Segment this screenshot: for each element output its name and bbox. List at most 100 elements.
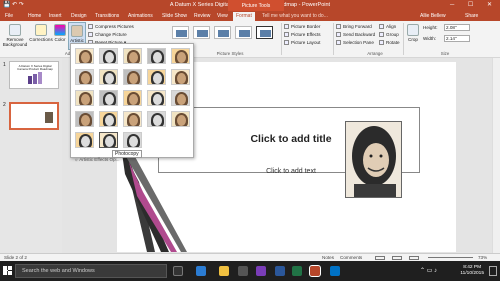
artistic-effect-thumbnail[interactable]	[123, 90, 142, 106]
picture-effects-button[interactable]: Picture Effects	[284, 32, 321, 37]
task-view-icon[interactable]	[173, 266, 183, 276]
bring-forward-button[interactable]: Bring Forward	[336, 24, 372, 29]
portrait-image	[346, 122, 401, 197]
selection-pane-button[interactable]: Selection Pane	[336, 40, 374, 45]
width-input[interactable]: 2.14"	[444, 35, 470, 42]
slide-thumbnail-pane: 1 A Datum X Series Digital Camera Produc…	[0, 58, 62, 253]
compress-icon	[88, 24, 93, 29]
selected-photo[interactable]	[345, 121, 402, 198]
tell-me-box[interactable]: Tell me what you want to do...	[262, 13, 328, 19]
artistic-effect-thumbnail[interactable]	[123, 48, 142, 64]
thumbnail-face	[129, 52, 138, 63]
vertical-scrollbar[interactable]	[492, 58, 500, 253]
artistic-effect-thumbnail[interactable]	[99, 111, 118, 127]
artistic-effect-thumbnail[interactable]	[147, 90, 166, 106]
artistic-effect-thumbnail[interactable]	[171, 48, 190, 64]
group-icon	[379, 32, 384, 37]
artistic-effect-thumbnail[interactable]	[147, 111, 166, 127]
clock[interactable]: 8:42 PM 11/10/2015	[460, 265, 484, 277]
artistic-effect-thumbnail[interactable]	[123, 132, 142, 148]
change-picture-button[interactable]: Change Picture	[88, 32, 127, 37]
artistic-effect-thumbnail[interactable]	[99, 69, 118, 85]
tab-transitions[interactable]: Transitions	[95, 13, 119, 19]
artistic-effect-thumbnail[interactable]	[147, 48, 166, 64]
zoom-level[interactable]: 73%	[478, 255, 487, 260]
artistic-effect-thumbnail[interactable]	[171, 111, 190, 127]
artistic-effect-thumbnail[interactable]	[75, 111, 94, 127]
artistic-effect-thumbnail[interactable]	[171, 90, 190, 106]
onenote-icon[interactable]	[256, 266, 266, 276]
artistic-effect-thumbnail[interactable]	[99, 90, 118, 106]
outlook-icon[interactable]	[330, 266, 340, 276]
artistic-effect-thumbnail[interactable]	[75, 90, 94, 106]
artistic-effect-thumbnail[interactable]	[99, 132, 118, 148]
notes-button[interactable]: Notes	[322, 255, 334, 260]
slide-thumbnail-1[interactable]: A Datum X Series Digital Camera Product …	[9, 61, 59, 89]
slide-sorter-icon[interactable]	[392, 256, 402, 260]
comments-button[interactable]: Comments	[340, 255, 362, 260]
artistic-effect-thumbnail[interactable]	[123, 69, 142, 85]
rotate-button[interactable]: Rotate	[379, 40, 400, 45]
picture-style-4[interactable]	[235, 26, 252, 39]
artistic-effect-thumbnail[interactable]	[75, 48, 94, 64]
tab-review[interactable]: Review	[194, 13, 210, 19]
artistic-effect-thumbnail[interactable]	[99, 48, 118, 64]
excel-icon[interactable]	[292, 266, 302, 276]
slide-thumbnail-2[interactable]	[9, 102, 59, 130]
crop-button[interactable]: Crop	[406, 24, 420, 42]
user-name[interactable]: Allie Bellew	[420, 13, 446, 19]
zoom-slider[interactable]	[428, 257, 473, 258]
artistic-effects-options-link[interactable]: ☼ Artistic Effects Op...	[74, 157, 119, 162]
send-backward-button[interactable]: Send Backward	[336, 32, 375, 37]
system-tray-icons[interactable]: ⌃ ▭ ♪	[420, 267, 437, 274]
color-button[interactable]: Color	[53, 24, 67, 42]
align-button[interactable]: Align	[379, 24, 396, 29]
tab-design[interactable]: Design	[71, 13, 87, 19]
taskbar: Search the web and Windows ⌃ ▭ ♪ 8:42 PM…	[0, 261, 500, 281]
picture-style-5[interactable]	[256, 26, 273, 39]
tab-animations[interactable]: Animations	[128, 13, 153, 19]
artistic-effect-thumbnail[interactable]	[171, 69, 190, 85]
edge-icon[interactable]	[196, 266, 206, 276]
rotate-icon	[379, 40, 384, 45]
share-button[interactable]: Share	[465, 13, 478, 19]
normal-view-icon[interactable]	[375, 256, 385, 260]
artistic-effect-thumbnail[interactable]	[123, 111, 142, 127]
tab-insert[interactable]: Insert	[49, 13, 62, 19]
notifications-icon[interactable]	[489, 266, 497, 276]
tab-slide-show[interactable]: Slide Show	[162, 13, 187, 19]
word-icon[interactable]	[275, 266, 285, 276]
artistic-effect-thumbnail[interactable]	[75, 132, 94, 148]
remove-background-button[interactable]: Remove Background	[2, 24, 28, 47]
picture-style-1[interactable]	[172, 26, 189, 39]
taskbar-search[interactable]: Search the web and Windows	[15, 264, 167, 278]
picture-style-3[interactable]	[214, 26, 231, 39]
powerpoint-icon[interactable]	[309, 265, 321, 277]
corrections-button[interactable]: Corrections	[29, 24, 53, 42]
divider	[333, 23, 334, 55]
thumbnail-face	[81, 52, 90, 63]
artistic-effect-thumbnail[interactable]	[75, 69, 94, 85]
height-input[interactable]: 2.08"	[444, 24, 470, 31]
selection-pane-icon	[336, 40, 341, 45]
windows-start-icon[interactable]	[3, 266, 12, 275]
group-button[interactable]: Group	[379, 32, 399, 37]
tab-format[interactable]: Format	[233, 12, 255, 21]
thumbnail-face	[81, 73, 90, 84]
ribbon-tabs: File Home Insert Design Transitions Anim…	[0, 11, 500, 21]
file-explorer-icon[interactable]	[219, 266, 229, 276]
divider	[281, 23, 282, 55]
picture-border-button[interactable]: Picture Border	[284, 24, 320, 29]
thumbnail-face	[177, 94, 186, 105]
tab-home[interactable]: Home	[28, 13, 41, 19]
tab-view[interactable]: View	[217, 13, 228, 19]
reading-view-icon[interactable]	[409, 256, 419, 260]
picture-layout-button[interactable]: Picture Layout	[284, 40, 320, 45]
window-controls[interactable]: ─ ☐ ✕	[450, 1, 498, 8]
thumbnail-face	[153, 52, 162, 63]
tab-file[interactable]: File	[5, 13, 13, 19]
store-icon[interactable]	[238, 266, 248, 276]
picture-style-2[interactable]	[193, 26, 210, 39]
artistic-effect-thumbnail[interactable]	[147, 69, 166, 85]
compress-pictures-button[interactable]: Compress Pictures	[88, 24, 134, 29]
